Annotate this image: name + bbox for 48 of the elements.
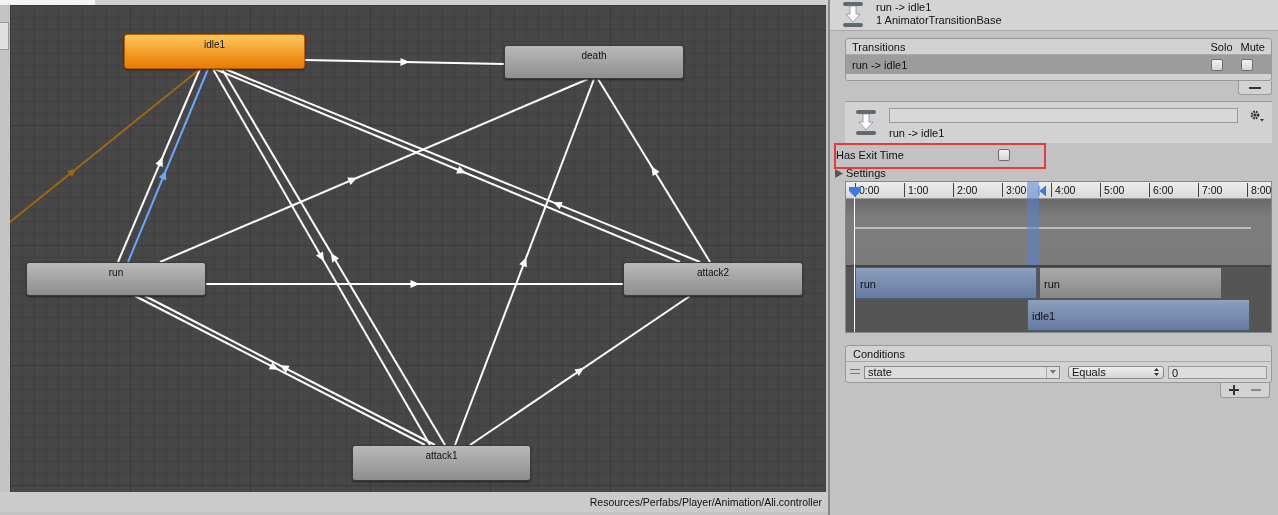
time-label: 2:00 [953,183,978,197]
remove-button[interactable] [1238,81,1272,95]
column-header: Solo [1210,40,1233,53]
time-label: 1:00 [904,183,929,197]
transition-row[interactable]: run -> idle1 [846,55,1271,74]
field-label: Has Exit Time [836,149,905,161]
time-label: 5:00 [1100,183,1125,197]
column-header: Mute [1240,40,1265,53]
name-field[interactable] [889,108,1238,123]
time-label: 8:00 [1247,183,1271,197]
clip-bar[interactable]: idle1 [1027,299,1250,331]
operator-dropdown[interactable]: Equals [1068,365,1164,379]
transition-name: run -> idle1 [889,127,946,139]
clip-bar[interactable]: run [855,267,1037,299]
transition-icon [842,2,864,28]
inspector-subtitle: 1 AnimatorTransitionBase [876,14,1002,27]
inspector-title: run -> idle1 [876,1,933,14]
state-node[interactable]: death [504,45,684,79]
playhead-icon[interactable] [849,187,861,197]
exit-time-checkbox[interactable] [998,149,1010,161]
list-title: Transitions [852,40,906,53]
time-label: 4:00 [1051,183,1076,197]
settings-foldout[interactable]: Settings [835,167,1272,179]
transition-arrow[interactable] [127,68,209,263]
state-node[interactable]: attack1 [352,445,531,481]
add-icon[interactable] [1229,385,1239,395]
stepper-icon [1154,368,1159,376]
parameter-dropdown[interactable]: state [864,365,1060,379]
transition-arrow[interactable] [304,57,505,66]
dropdown-arrow-icon [1050,370,1056,374]
time-label: 6:00 [1149,183,1174,197]
transition-arrow[interactable] [205,280,624,288]
state-node[interactable]: attack2 [623,262,803,296]
clip-bar[interactable]: run [1039,267,1222,299]
settings-icon[interactable] [1250,110,1264,122]
marker-icon[interactable] [1038,186,1046,196]
list-title: Conditions [853,347,905,360]
transition-icon [855,108,877,138]
state-node[interactable]: run [26,262,206,296]
value-field[interactable]: 0 [1168,365,1267,379]
time-label: 7:00 [1198,183,1223,197]
time-label: 3:00 [1002,183,1027,197]
asset-path: Resources/Perfabs/Player/Animation/Ali.controller [589,496,822,508]
mute-checkbox[interactable] [1241,58,1253,71]
state-node[interactable]: idle1 [124,34,305,69]
drag-handle-icon[interactable] [850,369,860,375]
solo-checkbox[interactable] [1211,58,1223,71]
foldout-icon [835,168,843,178]
